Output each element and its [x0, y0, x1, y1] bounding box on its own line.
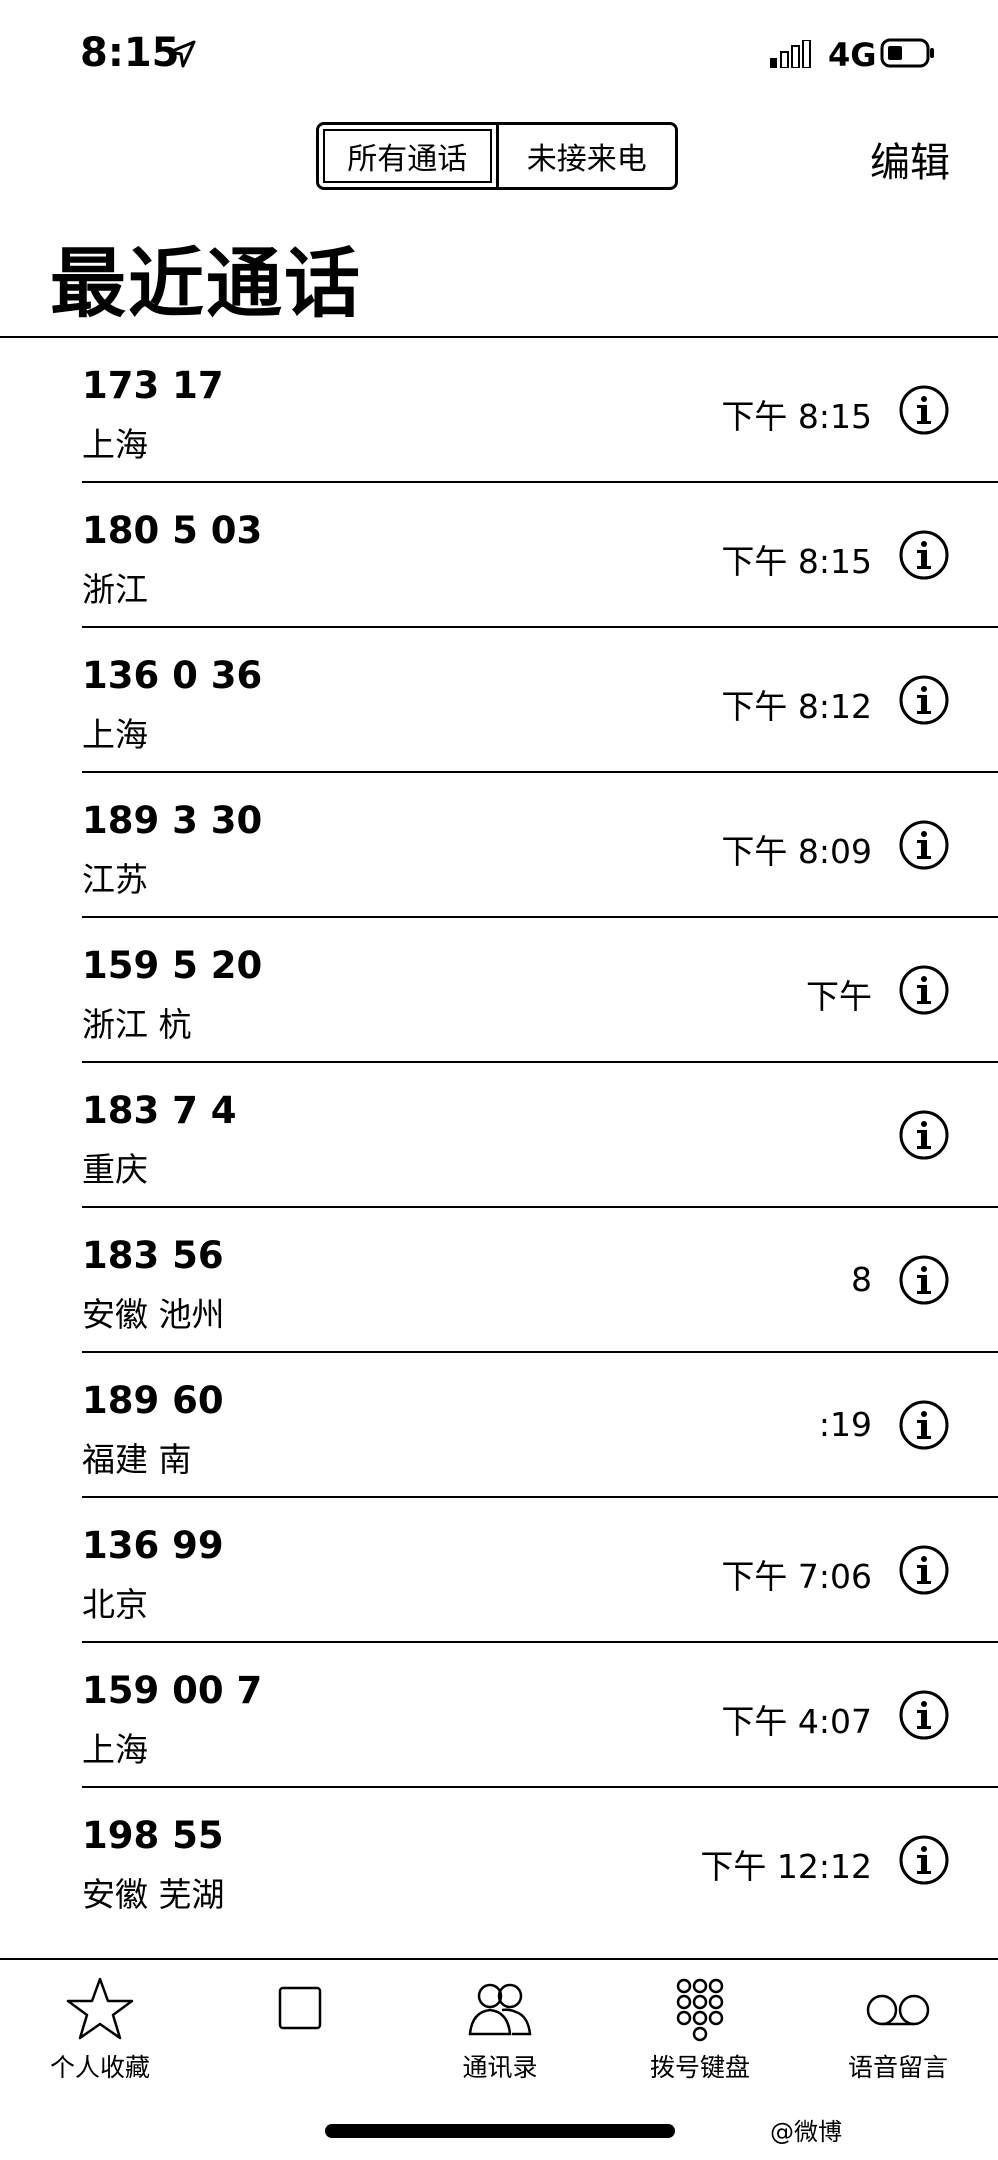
phone-number: 159 5 20	[82, 944, 263, 987]
call-location: 上海	[82, 425, 148, 464]
call-row[interactable]: 136 0 36 上海 下午 8:12	[0, 628, 998, 773]
network-type: 4G	[828, 36, 877, 74]
battery-icon	[880, 38, 934, 68]
call-time: 8	[851, 1260, 872, 1299]
home-indicator[interactable]	[325, 2124, 675, 2138]
phone-number: 183 7 4	[82, 1089, 237, 1132]
status-bar: 8:15 4G	[0, 0, 998, 110]
call-time: 下午 4:07	[721, 1702, 872, 1741]
info-icon[interactable]	[898, 1834, 950, 1886]
phone-number: 189 3 30	[82, 799, 263, 842]
call-location: 浙江 杭	[82, 1005, 192, 1044]
info-icon[interactable]	[898, 1254, 950, 1306]
phone-number: 136 99	[82, 1524, 224, 1567]
call-time: 下午 8:15	[721, 542, 872, 581]
call-row[interactable]: 173 17 上海 下午 8:15	[0, 338, 998, 483]
call-location: 上海	[82, 715, 148, 754]
phone-number: 180 5 03	[82, 509, 263, 552]
edit-button[interactable]: 编辑	[870, 130, 950, 188]
call-location: 重庆	[82, 1150, 148, 1189]
call-time: 下午 7:06	[721, 1557, 872, 1596]
call-time: 下午 8:15	[721, 397, 872, 436]
call-location: 浙江	[82, 570, 148, 609]
call-row[interactable]: 159 00 7 上海 下午 4:07	[0, 1643, 998, 1788]
call-row[interactable]: 180 5 03 浙江 下午 8:15	[0, 483, 998, 628]
call-location: 江苏	[82, 860, 148, 899]
call-row[interactable]: 136 99 北京 下午 7:06	[0, 1498, 998, 1643]
call-time: :19	[818, 1405, 872, 1444]
call-row[interactable]: 159 5 20 浙江 杭 下午	[0, 918, 998, 1063]
info-icon[interactable]	[898, 964, 950, 1016]
phone-number: 198 55	[82, 1814, 224, 1857]
call-location: 北京	[82, 1585, 148, 1624]
tab-label: 语音留言	[847, 2053, 948, 2082]
voicemail-icon	[866, 1994, 930, 2026]
call-row[interactable]: 189 3 30 江苏 下午 8:09	[0, 773, 998, 918]
info-icon[interactable]	[898, 529, 950, 581]
clock-icon	[278, 1986, 322, 2030]
call-row[interactable]: 198 55 安徽 芜湖 下午 12:12	[0, 1788, 998, 1933]
call-filter-segmented-control: 所有通话 未接来电	[316, 122, 678, 190]
info-icon[interactable]	[898, 1399, 950, 1451]
call-time: 下午	[806, 977, 872, 1016]
tab-keypad[interactable]: 拨号键盘	[600, 1960, 800, 2090]
watermark: @微博	[770, 2118, 842, 2146]
info-icon[interactable]	[898, 384, 950, 436]
phone-number: 173 17	[82, 364, 224, 407]
tab-label: 拨号键盘	[649, 2053, 750, 2082]
call-time: 下午 12:12	[700, 1847, 872, 1886]
tab-voicemail[interactable]: 语音留言	[798, 1960, 998, 2090]
status-time: 8:15	[80, 30, 180, 76]
tab-contacts[interactable]: 通讯录	[400, 1960, 600, 2090]
signal-icon	[770, 40, 811, 68]
call-time: 下午 8:09	[721, 832, 872, 871]
call-location: 福建 南	[82, 1440, 192, 1479]
phone-number: 159 00 7	[82, 1669, 263, 1712]
call-location: 安徽 池州	[82, 1295, 225, 1334]
info-icon[interactable]	[898, 1689, 950, 1741]
contacts-icon	[468, 1983, 532, 2036]
location-arrow-icon	[168, 40, 196, 68]
segment-missed-calls[interactable]: 未接来电	[499, 125, 676, 187]
segment-all-calls[interactable]: 所有通话	[319, 125, 499, 187]
tab-recents[interactable]	[200, 1960, 400, 2090]
tab-bar: 个人收藏 通讯录 拨号键盘 语音留言	[0, 1958, 998, 2090]
tab-favorites[interactable]: 个人收藏	[0, 1960, 200, 2090]
info-icon[interactable]	[898, 1544, 950, 1596]
call-row[interactable]: 183 56 安徽 池州 8	[0, 1208, 998, 1353]
tab-label: 通讯录	[462, 2053, 538, 2082]
star-icon	[66, 1977, 134, 2040]
call-location: 安徽 芜湖	[82, 1875, 225, 1914]
call-time: 下午 8:12	[721, 687, 872, 726]
recent-calls-list: 173 17 上海 下午 8:15 180 5 03 浙江 下午 8:15 13…	[0, 338, 998, 1933]
phone-number: 136 0 36	[82, 654, 263, 697]
page-title: 最近通话	[50, 239, 362, 328]
info-icon[interactable]	[898, 674, 950, 726]
call-row[interactable]: 189 60 福建 南 :19	[0, 1353, 998, 1498]
tab-label: 个人收藏	[49, 2053, 150, 2082]
call-row[interactable]: 183 7 4 重庆	[0, 1063, 998, 1208]
phone-number: 189 60	[82, 1379, 224, 1422]
phone-number: 183 56	[82, 1234, 224, 1277]
info-icon[interactable]	[898, 1109, 950, 1161]
keypad-icon	[676, 1978, 724, 2042]
info-icon[interactable]	[898, 819, 950, 871]
call-location: 上海	[82, 1730, 148, 1769]
